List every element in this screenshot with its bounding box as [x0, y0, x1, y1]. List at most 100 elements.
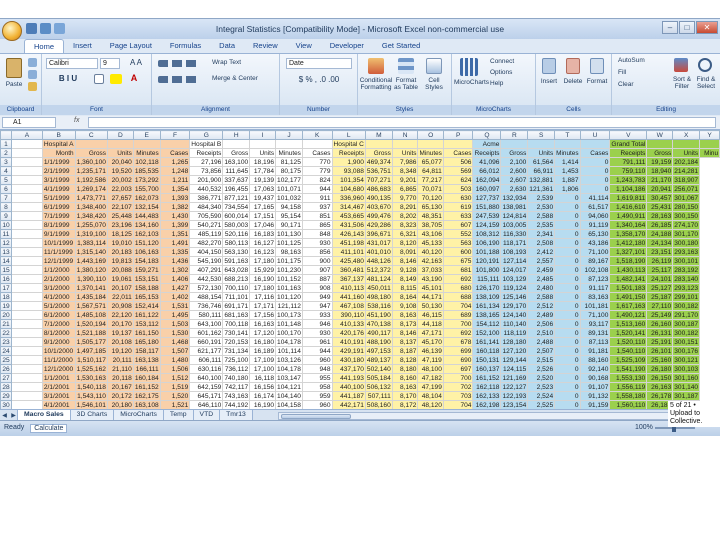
cell[interactable]: 20,167 — [106, 382, 134, 392]
cell[interactable]: 124,140 — [500, 310, 529, 320]
cell[interactable]: 1,319,100 — [74, 229, 108, 239]
cell[interactable]: 196,455 — [222, 184, 251, 194]
cell[interactable]: 119,124 — [500, 283, 529, 293]
cell[interactable]: 960 — [301, 400, 333, 409]
column-field-header[interactable]: Units — [672, 148, 701, 158]
cell[interactable] — [672, 139, 701, 149]
cell[interactable]: 151,120 — [132, 238, 161, 248]
cell[interactable]: 692 — [442, 274, 474, 284]
cell[interactable]: 911 — [301, 193, 333, 203]
cell[interactable]: 24,188 — [646, 229, 674, 239]
cell[interactable]: 318,907 — [672, 175, 701, 185]
sheet-tab[interactable]: 3D Charts — [69, 410, 115, 420]
cell[interactable]: 1,501,183 — [609, 283, 648, 293]
cell[interactable]: 0 — [554, 211, 581, 221]
format-as-table-icon[interactable] — [398, 58, 414, 74]
cell[interactable]: 1,354 — [159, 184, 191, 194]
cell[interactable]: 440,532 — [189, 184, 224, 194]
cell[interactable]: 944 — [301, 184, 333, 194]
cell[interactable]: 299,101 — [672, 292, 701, 302]
cell[interactable]: 162,118 — [472, 382, 502, 392]
cell[interactable]: 161,122 — [132, 310, 161, 320]
ribbon-tab[interactable]: View — [287, 39, 321, 53]
column-header[interactable]: H — [222, 130, 251, 140]
cell[interactable]: 2,507 — [527, 346, 556, 356]
cell[interactable]: 301,170 — [672, 229, 701, 239]
cell[interactable]: 162,198 — [472, 400, 502, 409]
cell[interactable]: 115,111 — [472, 274, 502, 284]
cell[interactable]: 65,130 — [417, 202, 444, 212]
cell[interactable] — [442, 139, 474, 149]
cell[interactable]: 0 — [554, 193, 581, 203]
ribbon-tab[interactable]: Get Started — [373, 39, 429, 53]
cell[interactable] — [10, 328, 43, 338]
cell[interactable]: 9,108 — [391, 301, 419, 311]
cell[interactable] — [10, 400, 43, 409]
cell[interactable]: 123,154 — [500, 400, 529, 409]
cell[interactable]: 25,431 — [646, 202, 674, 212]
cell[interactable]: 300,180 — [672, 238, 701, 248]
cell[interactable]: 1,556,119 — [609, 382, 648, 392]
cell[interactable]: 1,521 — [159, 400, 191, 409]
cell[interactable] — [10, 310, 43, 320]
cell[interactable]: 132,154 — [132, 202, 161, 212]
column-header[interactable]: U — [579, 130, 611, 140]
cell[interactable]: 98,163 — [275, 247, 303, 257]
cell[interactable]: 8,091 — [391, 247, 419, 257]
cell[interactable]: 300,187 — [672, 319, 701, 329]
cell[interactable]: 2,526 — [527, 364, 556, 374]
cell[interactable]: 488,154 — [189, 292, 224, 302]
row-header[interactable]: 6 — [0, 184, 12, 194]
font-name-select[interactable]: Calibri — [46, 58, 98, 69]
cell[interactable]: 2,510 — [527, 328, 556, 338]
cell[interactable] — [10, 355, 43, 365]
cell[interactable]: 17,165 — [249, 202, 277, 212]
cell[interactable]: 88,160 — [579, 355, 611, 365]
cell[interactable]: 44,118 — [417, 319, 444, 329]
cell[interactable]: 127,120 — [500, 346, 529, 356]
cell[interactable]: 451,198 — [331, 238, 366, 248]
cell[interactable]: 103,126 — [275, 355, 303, 365]
cell[interactable]: 8,128 — [391, 355, 419, 365]
vertical-align-icon[interactable] — [158, 60, 198, 67]
row-header[interactable]: 7 — [0, 193, 12, 203]
row-header[interactable]: 18 — [0, 292, 12, 302]
ribbon-tab[interactable]: Insert — [64, 39, 101, 53]
bold-italic-underline-icon[interactable]: B I U — [46, 75, 90, 83]
column-field-header[interactable]: Gross — [500, 148, 529, 158]
cell[interactable]: 520,116 — [222, 229, 251, 239]
cell[interactable]: 101,148 — [275, 319, 303, 329]
cell[interactable] — [10, 139, 43, 149]
cell[interactable]: 127,114 — [500, 256, 529, 266]
cell[interactable]: 700,110 — [222, 283, 251, 293]
cell[interactable]: 91,132 — [579, 391, 611, 401]
row-header[interactable]: 3 — [0, 157, 12, 167]
cell[interactable]: 704 — [442, 301, 474, 311]
cell[interactable]: 0 — [554, 382, 581, 392]
cell[interactable]: 429,191 — [331, 346, 366, 356]
cell[interactable]: 1,302 — [159, 265, 191, 275]
cell[interactable]: 960 — [301, 355, 333, 365]
merge-center-button[interactable]: Merge & Center — [212, 75, 276, 82]
cell[interactable]: 1/1/1999 — [41, 157, 76, 167]
cell[interactable]: 7,986 — [391, 157, 419, 167]
cell[interactable]: 642,159 — [189, 382, 224, 392]
paste-icon[interactable] — [6, 58, 22, 78]
cell[interactable]: 124,017 — [500, 265, 529, 275]
column-header[interactable]: D — [106, 130, 134, 140]
cell[interactable]: 1,393 — [159, 193, 191, 203]
row-header[interactable]: 30 — [0, 400, 12, 409]
cell[interactable]: 1,406 — [159, 274, 191, 284]
cell[interactable]: 37,033 — [417, 265, 444, 275]
cell[interactable]: 20,170 — [106, 319, 134, 329]
cell[interactable]: 606,111 — [189, 355, 224, 365]
cell[interactable]: 116,330 — [500, 229, 529, 239]
column-header[interactable]: S — [527, 130, 556, 140]
cell[interactable]: 24,134 — [646, 238, 674, 248]
cell[interactable]: 699 — [442, 346, 474, 356]
cell[interactable] — [10, 346, 43, 356]
cell[interactable]: 3/1/2000 — [41, 283, 76, 293]
cell[interactable]: 47,182 — [417, 373, 444, 383]
cell[interactable]: 16,190 — [249, 274, 277, 284]
cell[interactable]: 688 — [442, 292, 474, 302]
